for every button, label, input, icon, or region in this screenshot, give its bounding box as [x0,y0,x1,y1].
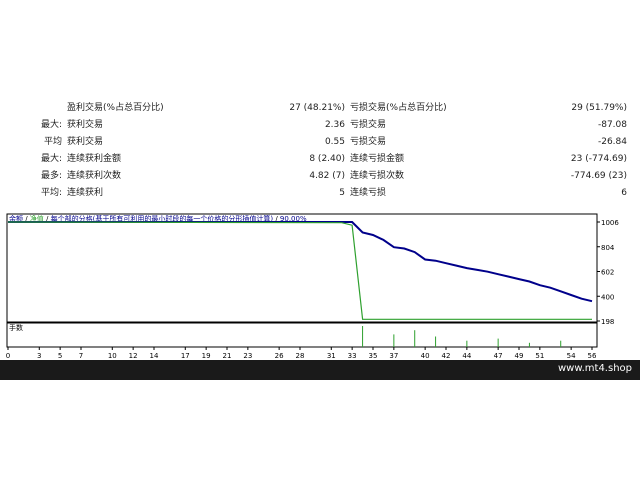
x-tick-label: 12 [129,352,138,359]
x-tick-label: 10 [108,352,117,359]
stat-label-loss: 连续亏损金额 [350,154,405,164]
stat-label-loss: 连续亏损 [350,188,387,198]
stat-label-loss: 亏损交易 [350,137,387,147]
footer-bar: www.mt4.shop [0,360,640,380]
chart-svg: 余额 / 净值 / 每个部的分格(基于所有可利用的最小时段的每一个价格的分形插值… [6,213,619,359]
stat-label: 获利交易 [67,137,104,147]
site-label: www.mt4.shop [557,363,632,374]
y-tick-label: 400 [601,293,614,301]
volume-bar [393,334,395,347]
x-tick-label: 5 [58,352,62,359]
x-tick-label: 51 [535,352,544,359]
stat-label: 连续获利次数 [67,171,122,181]
stat-label: 盈利交易(%占总百分比) [67,103,164,113]
y-tick-label: 804 [601,244,615,252]
x-tick-label: 35 [369,352,378,359]
volume-bar [435,336,437,347]
stat-prefix: 平均: [40,188,62,198]
stat-value-loss: -774.69 (23) [570,171,627,181]
plot-frame [6,213,598,323]
x-tick-label: 49 [515,352,524,359]
x-tick-label: 26 [275,352,284,359]
x-tick-label: 56 [588,352,597,359]
x-tick-label: 7 [79,352,83,359]
y-tick-label: 602 [601,269,614,277]
volume-bar [362,326,364,347]
x-tick-label: 19 [202,352,211,359]
volume-label: 手数 [9,323,23,332]
y-tick-label: 1006 [601,219,619,227]
stat-row: 最大: 连续获利金额 8 (2.40) 连续亏损金额 23 (-774.69) [0,151,640,168]
x-tick-label: 33 [348,352,357,359]
x-tick-label: 14 [150,352,159,359]
stat-value-loss: 23 (-774.69) [570,154,627,164]
stat-prefix: 最多: [40,171,62,181]
volume-bar [560,340,562,347]
stat-label: 获利交易 [67,120,104,130]
stat-value-loss: -26.84 [597,137,627,147]
x-tick-label: 0 [6,352,10,359]
stat-value: 4.82 (7) [309,171,345,181]
y-tick-label: 198 [601,318,614,326]
stat-value: 2.36 [324,120,345,130]
stat-value: 27 (48.21%) [289,103,345,113]
volume-frame [6,322,598,348]
stat-value-loss: 29 (51.79%) [571,103,627,113]
stat-label-loss: 亏损交易(%占总百分比) [350,103,447,113]
stat-row: 盈利交易(%占总百分比) 27 (48.21%) 亏损交易(%占总百分比) 29 (5… [0,100,640,117]
stat-prefix: 平均 [43,137,62,147]
x-tick-label: 42 [442,352,451,359]
volume-bar [497,338,499,347]
stat-row: 平均: 连续获利 5 连续亏损 6 [0,185,640,202]
balance-chart: 余额 / 净值 / 每个部的分格(基于所有可利用的最小时段的每一个价格的分形插值… [0,212,640,359]
x-tick-label: 54 [567,352,576,359]
x-tick-label: 47 [494,352,503,359]
x-tick-label: 17 [181,352,190,359]
volume-bar [528,342,530,347]
x-tick-label: 21 [223,352,232,359]
x-tick-label: 37 [389,352,398,359]
stat-value: 8 (2.40) [309,154,345,164]
x-tick-label: 44 [462,352,471,359]
x-tick-label: 31 [327,352,336,359]
x-tick-label: 3 [37,352,41,359]
volume-bar [466,340,468,347]
x-tick-label: 23 [243,352,252,359]
stat-label: 连续获利 [67,188,104,198]
stat-label: 连续获利金额 [67,154,122,164]
stat-prefix: 最大: [40,154,62,164]
stat-label-loss: 亏损交易 [350,120,387,130]
stat-value: 5 [339,188,345,198]
stat-row: 最大: 获利交易 2.36 亏损交易 -87.08 [0,117,640,134]
stat-row: 平均 获利交易 0.55 亏损交易 -26.84 [0,134,640,151]
stat-value: 0.55 [324,137,345,147]
volume-bar [414,330,416,347]
stat-label-loss: 连续亏损次数 [350,171,405,181]
stat-prefix: 最大: [40,120,62,130]
stat-value-loss: 6 [621,188,627,198]
stat-row: 最多: 连续获利次数 4.82 (7) 连续亏损次数 -774.69 (23) [0,168,640,185]
stat-value-loss: -87.08 [597,120,627,130]
x-tick-label: 40 [421,352,430,359]
x-tick-label: 28 [296,352,305,359]
